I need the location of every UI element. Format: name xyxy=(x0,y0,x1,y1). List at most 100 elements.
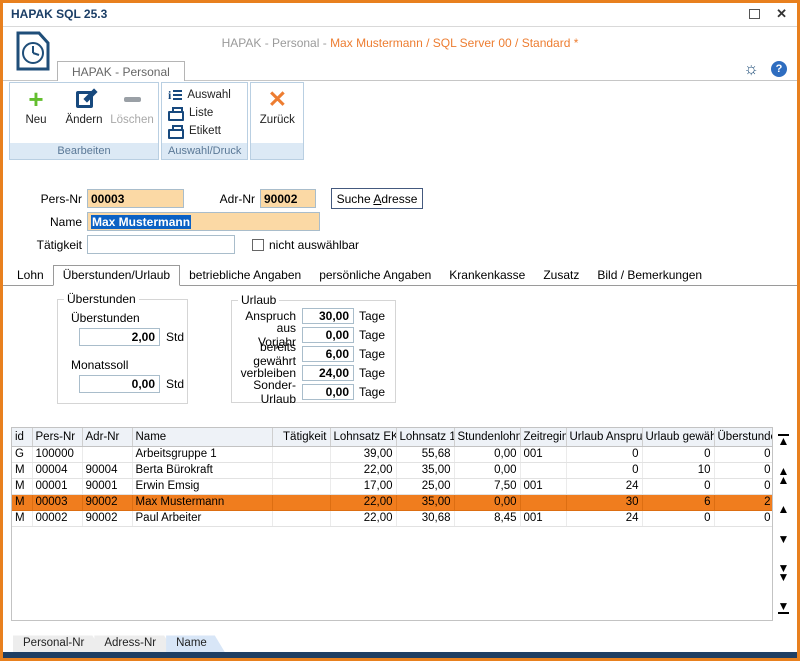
bottom-tabs: Personal-Nr Adress-Nr Name xyxy=(3,635,797,652)
page-tabs: Lohn Überstunden/Urlaub betriebliche Ang… xyxy=(3,265,797,286)
ribbon-group-bearbeiten: + Neu Ändern Löschen Bearbeiten xyxy=(9,82,159,160)
monatssoll-input[interactable]: 0,00 xyxy=(79,375,160,393)
tab-ueberstunden-urlaub[interactable]: Überstunden/Urlaub xyxy=(53,265,180,286)
col-header-zeitregime[interactable]: Zeitregime xyxy=(520,428,566,446)
tab-bild-bemerkungen[interactable]: Bild / Bemerkungen xyxy=(588,266,711,285)
col-header-lohnsatz-ek[interactable]: Lohnsatz EK xyxy=(330,428,396,446)
table-cell: 00004 xyxy=(32,462,82,478)
last-record-button[interactable]: ▼ xyxy=(778,602,790,615)
breadcrumb-current: Max Mustermann / SQL Server 00 / Standar… xyxy=(330,36,578,50)
sonder-urlaub-unit: Tage xyxy=(359,385,389,399)
page-up-button[interactable]: ▲▲ xyxy=(778,467,790,485)
col-header-tätigkeit[interactable]: Tätigkeit xyxy=(272,428,330,446)
table-cell: 55,68 xyxy=(396,446,454,462)
urlaub-legend: Urlaub xyxy=(238,293,279,307)
col-header-urlaub-gewährt[interactable]: Urlaub gewährt xyxy=(642,428,714,446)
page-down-button[interactable]: ▼▼ xyxy=(778,564,790,582)
table-cell xyxy=(520,494,566,510)
etikett-button[interactable]: Etikett xyxy=(168,122,239,140)
window-title: HAPAK SQL 25.3 xyxy=(11,7,107,21)
maximize-icon[interactable] xyxy=(749,9,760,19)
col-header-lohnsatz-1[interactable]: Lohnsatz 1 xyxy=(396,428,454,446)
table-cell: 24 xyxy=(566,478,642,494)
bottom-tab-name[interactable]: Name xyxy=(166,635,225,652)
col-header-id[interactable]: id xyxy=(12,428,32,446)
neu-button[interactable]: + Neu xyxy=(15,86,57,143)
table-row[interactable]: M0000190001Erwin Emsig17,0025,007,500012… xyxy=(12,478,773,494)
aus-vorjahr-input[interactable]: 0,00 xyxy=(302,327,354,343)
monatssoll-field-label: Monatssoll xyxy=(71,358,187,372)
table-cell: 0 xyxy=(714,446,773,462)
bottom-tab-adress-nr[interactable]: Adress-Nr xyxy=(94,635,174,652)
auswahl-button[interactable]: i Auswahl xyxy=(168,86,239,104)
monatssoll-unit: Std xyxy=(166,377,184,391)
table-row[interactable]: M0000390002Max Mustermann22,0035,000,003… xyxy=(12,494,773,510)
close-icon[interactable]: ✕ xyxy=(776,8,787,20)
bottom-tab-personal-nr[interactable]: Personal-Nr xyxy=(13,635,102,652)
help-icon[interactable]: ? xyxy=(771,61,787,77)
personnel-table: idPers-NrAdr-NrNameTätigkeitLohnsatz EKL… xyxy=(12,428,773,527)
taetigkeit-input[interactable] xyxy=(87,235,235,254)
group-label-bearbeiten: Bearbeiten xyxy=(10,143,158,159)
anspruch-input[interactable]: 30,00 xyxy=(302,308,354,324)
ueberstunden-groupbox: Überstunden Überstunden 2,00 Std Monatss… xyxy=(57,292,188,404)
table-cell: 0 xyxy=(714,462,773,478)
table-row[interactable]: G100000Arbeitsgruppe 139,0055,680,000010… xyxy=(12,446,773,462)
liste-button[interactable]: Liste xyxy=(168,104,239,122)
tab-persoenliche-angaben[interactable]: persönliche Angaben xyxy=(310,266,440,285)
table-cell: 0,00 xyxy=(454,446,520,462)
nicht-auswaehlbar-checkbox[interactable] xyxy=(252,239,264,251)
loeschen-label: Löschen xyxy=(110,114,153,126)
name-input[interactable]: Max Mustermann xyxy=(87,212,320,231)
grid-area: idPers-NrAdr-NrNameTätigkeitLohnsatz EKL… xyxy=(3,427,797,619)
table-cell: 22,00 xyxy=(330,462,396,478)
row-down-button[interactable]: ▼ xyxy=(778,535,790,544)
first-record-button[interactable]: ▲ xyxy=(778,433,790,446)
header-bar: HAPAK - Personal - Max Mustermann / SQL … xyxy=(3,27,797,60)
settings-icon[interactable]: ☼ xyxy=(743,61,759,77)
table-row[interactable]: M0000490004Berta Bürokraft22,0035,000,00… xyxy=(12,462,773,478)
suche-adresse-button[interactable]: Suche Adresse xyxy=(331,188,423,209)
arrow-up-icon: ▲ xyxy=(778,437,790,446)
table-cell: 22,00 xyxy=(330,494,396,510)
minus-icon xyxy=(124,97,141,102)
table-row[interactable]: M0000290002Paul Arbeiter22,0030,688,4500… xyxy=(12,510,773,526)
row-up-button[interactable]: ▲ xyxy=(778,505,790,514)
aus-vorjahr-unit: Tage xyxy=(359,328,389,342)
ueberstunden-unit: Std xyxy=(166,330,184,344)
arrow-down-icon: ▼ xyxy=(778,602,790,611)
printer-icon xyxy=(168,111,184,121)
tab-betriebliche-angaben[interactable]: betriebliche Angaben xyxy=(180,266,310,285)
auswahl-label: Auswahl xyxy=(187,89,230,101)
name-label: Name xyxy=(5,215,87,229)
table-cell: 90002 xyxy=(82,494,132,510)
col-header-stundenlohn[interactable]: Stundenlohn xyxy=(454,428,520,446)
ribbon-tab-hapak-personal[interactable]: HAPAK - Personal xyxy=(57,61,185,81)
ueberstunden-input[interactable]: 2,00 xyxy=(79,328,160,346)
adr-nr-input[interactable]: 90002 xyxy=(260,189,316,208)
table-cell: 17,00 xyxy=(330,478,396,494)
table-cell xyxy=(520,462,566,478)
table-cell: 25,00 xyxy=(396,478,454,494)
pers-nr-input[interactable]: 00003 xyxy=(87,189,184,208)
col-header-adr-nr[interactable]: Adr-Nr xyxy=(82,428,132,446)
zurueck-button[interactable]: ✕ Zurück xyxy=(256,86,298,143)
tab-zusatz[interactable]: Zusatz xyxy=(534,266,588,285)
col-header-urlaub-anspruch[interactable]: Urlaub Anspruch xyxy=(566,428,642,446)
col-header-pers-nr[interactable]: Pers-Nr xyxy=(32,428,82,446)
verbleiben-input[interactable]: 24,00 xyxy=(302,365,354,381)
bereits-gewaehrt-input[interactable]: 6,00 xyxy=(302,346,354,362)
tab-lohn[interactable]: Lohn xyxy=(8,266,53,285)
sonder-urlaub-input[interactable]: 0,00 xyxy=(302,384,354,400)
zurueck-label: Zurück xyxy=(260,114,295,126)
table-cell: 0,00 xyxy=(454,494,520,510)
table-cell: 0 xyxy=(642,446,714,462)
edit-icon xyxy=(76,91,93,108)
aendern-button[interactable]: Ändern xyxy=(63,86,105,143)
col-header-überstunden[interactable]: Überstunden xyxy=(714,428,773,446)
table-cell: 0 xyxy=(642,510,714,526)
tab-krankenkasse[interactable]: Krankenkasse xyxy=(440,266,534,285)
ribbon-group-zurueck: ✕ Zurück xyxy=(250,82,304,160)
col-header-name[interactable]: Name xyxy=(132,428,272,446)
title-bar: HAPAK SQL 25.3 ✕ xyxy=(3,3,797,27)
